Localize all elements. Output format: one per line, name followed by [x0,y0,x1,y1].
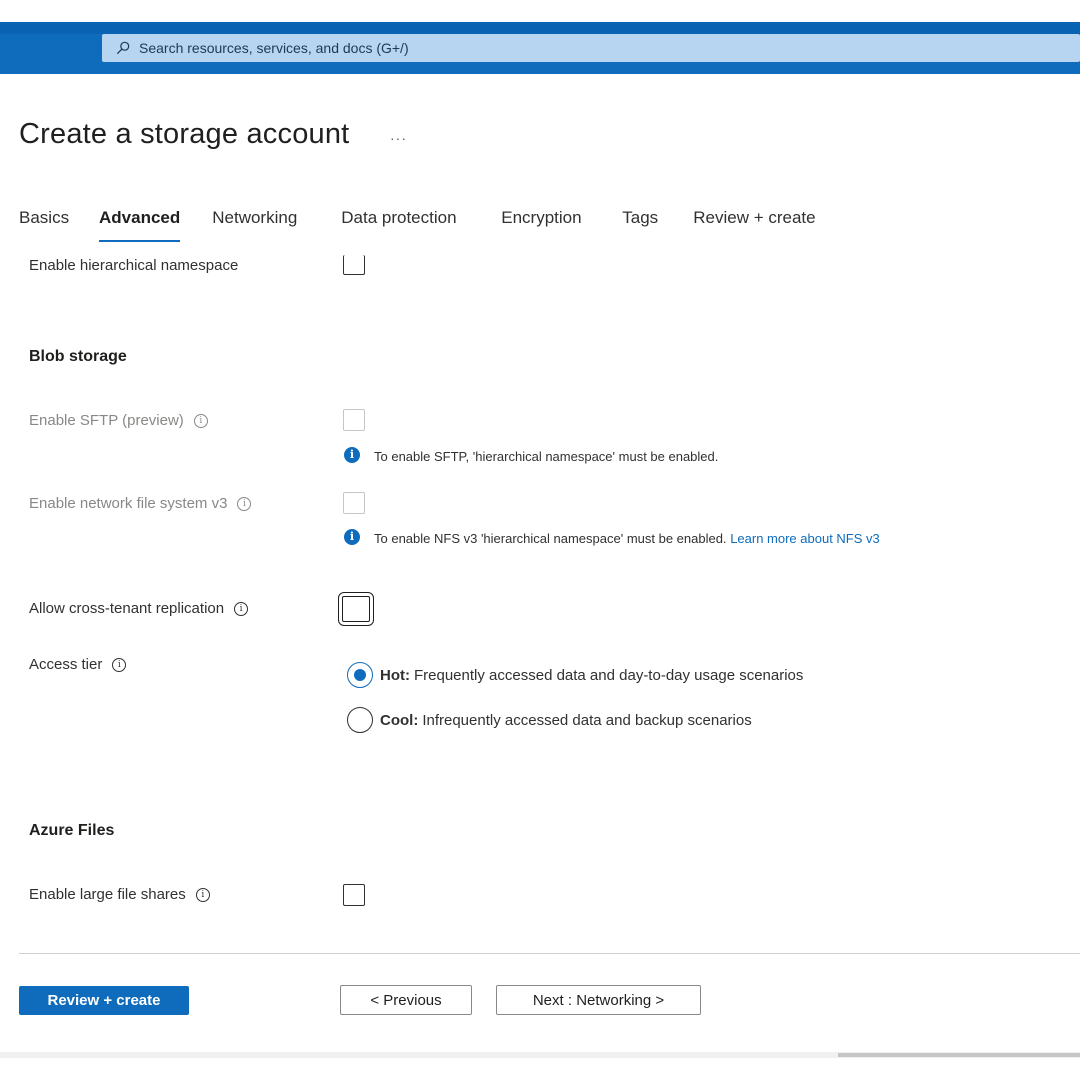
form-content[interactable]: Enable hierarchical namespace Blob stora… [0,255,1080,953]
info-icon[interactable]: i [112,657,127,672]
info-icon[interactable]: i [237,496,252,511]
next-networking-button[interactable]: Next : Networking > [496,985,701,1015]
info-icon[interactable]: i [193,413,208,428]
blob-storage-heading: Blob storage [29,348,127,365]
hierarchical-namespace-label: Enable hierarchical namespace [29,257,239,274]
wizard-tabs: Basics Advanced Networking Data protecti… [19,208,816,242]
radio-selected[interactable] [347,662,373,688]
sftp-checkbox[interactable] [343,409,365,431]
footer-divider [19,953,1080,954]
nfs-label: Enable network file system v3 i [29,495,252,512]
tab-networking[interactable]: Networking [212,208,341,242]
access-tier-label: Access tier i [29,656,127,673]
access-tier-hot-option[interactable]: Hot: Frequently accessed data and day-to… [347,662,803,688]
info-filled-icon: i [344,529,360,545]
hierarchical-namespace-checkbox[interactable] [343,255,365,275]
cross-tenant-label: Allow cross-tenant replication i [29,600,249,617]
search-icon [116,41,130,55]
tab-advanced[interactable]: Advanced [99,208,181,242]
azure-files-heading: Azure Files [29,822,115,839]
info-filled-icon: i [344,447,360,463]
search-placeholder: Search resources, services, and docs (G+… [139,40,409,56]
previous-button[interactable]: < Previous [340,985,472,1015]
tab-tags[interactable]: Tags [622,208,693,242]
cross-tenant-checkbox[interactable] [338,592,374,626]
global-search-box[interactable]: Search resources, services, and docs (G+… [102,34,1080,62]
tab-review-create[interactable]: Review + create [693,208,815,242]
more-options-button[interactable]: ··· [390,130,407,146]
sftp-label: Enable SFTP (preview) i [29,412,208,429]
access-tier-cool-option[interactable]: Cool: Infrequently accessed data and bac… [347,707,752,733]
info-icon[interactable]: i [195,887,210,902]
large-file-shares-label: Enable large file shares i [29,886,210,903]
tab-data-protection[interactable]: Data protection [341,208,501,242]
radio-unselected[interactable] [347,707,373,733]
info-icon[interactable]: i [234,601,249,616]
page-title: Create a storage account [19,118,350,150]
horizontal-scrollbar[interactable] [0,1052,1080,1058]
tab-encryption[interactable]: Encryption [501,208,622,242]
learn-more-nfs-link[interactable]: Learn more about NFS v3 [730,531,880,546]
nfs-info-message: i To enable NFS v3 'hierarchical namespa… [344,528,944,550]
sftp-info-message: i To enable SFTP, 'hierarchical namespac… [344,446,944,468]
large-file-shares-checkbox[interactable] [343,884,365,906]
tab-basics[interactable]: Basics [19,208,99,242]
scrollbar-thumb[interactable] [838,1053,1080,1057]
nfs-checkbox[interactable] [343,492,365,514]
review-create-button[interactable]: Review + create [19,986,189,1015]
